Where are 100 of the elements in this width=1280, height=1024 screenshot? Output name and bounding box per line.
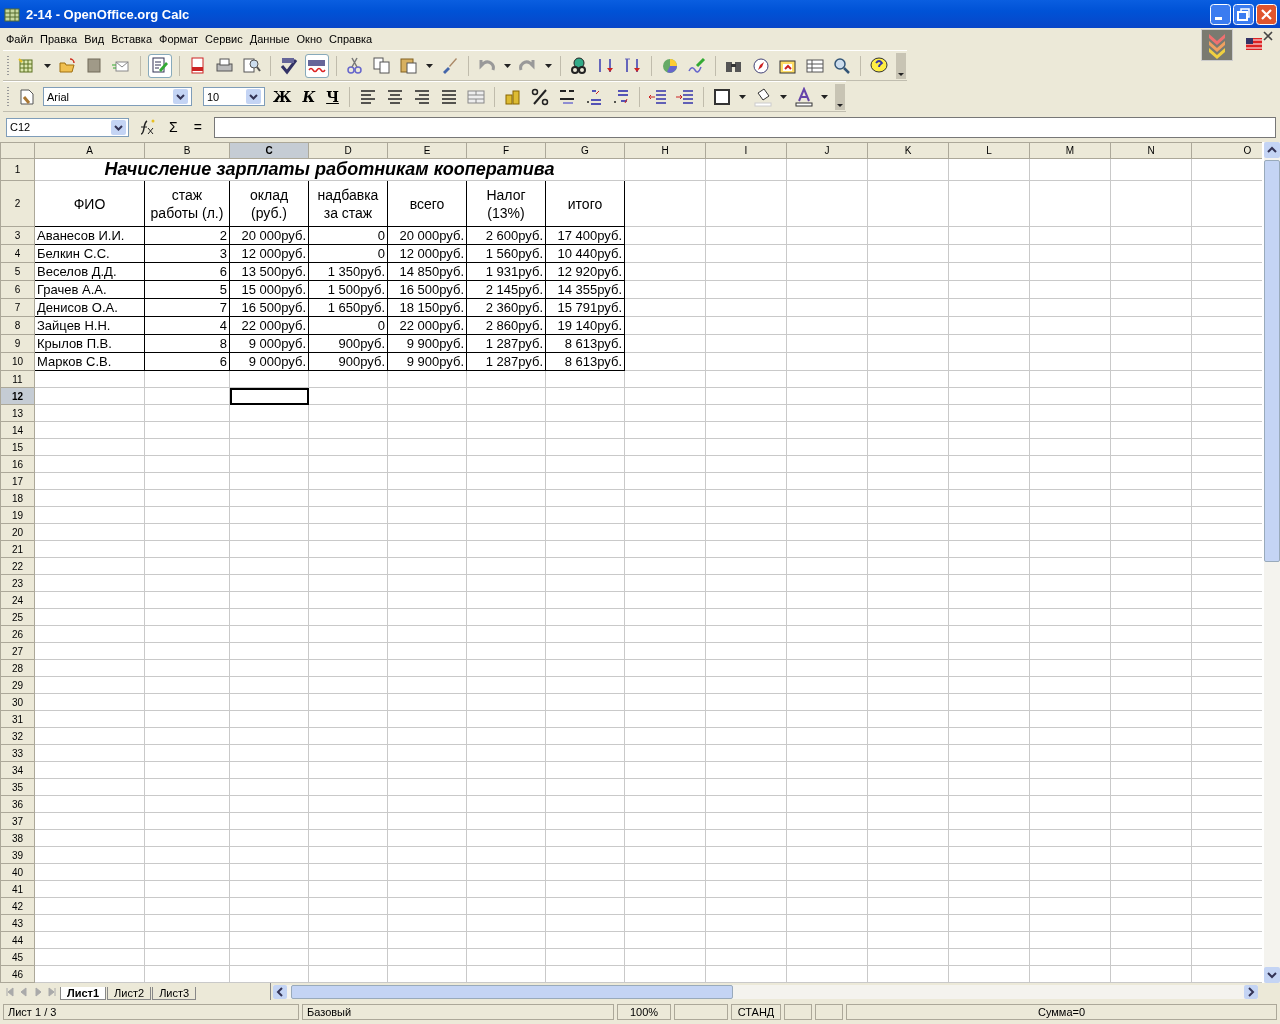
border-icon[interactable]	[711, 86, 732, 107]
dropdown-arrow-icon[interactable]	[779, 94, 787, 99]
row-header[interactable]: 2	[0, 180, 35, 227]
column-header[interactable]: C	[229, 142, 309, 159]
open-folder-icon[interactable]	[58, 55, 78, 76]
table-cell: 2 860руб.	[466, 316, 546, 335]
column-heading: всего	[387, 180, 467, 227]
table-cell: 1 350руб.	[308, 262, 388, 281]
menu-item[interactable]: Данные	[247, 33, 295, 45]
menu-item[interactable]: Окно	[294, 33, 328, 45]
dropdown-button-icon[interactable]	[246, 89, 261, 104]
spellcheck-icon[interactable]	[279, 55, 299, 76]
scroll-left-icon[interactable]	[273, 984, 287, 999]
column-header[interactable]: M	[1029, 142, 1111, 159]
scroll-thumb[interactable]	[1264, 160, 1280, 562]
menu-item[interactable]: Формат	[157, 33, 204, 45]
dropdown-button-icon[interactable]	[111, 119, 126, 135]
menu-item[interactable]: Вставка	[109, 33, 157, 45]
sum-button[interactable]: Σ	[165, 119, 182, 135]
dropdown-arrow-icon[interactable]	[738, 94, 746, 99]
column-header[interactable]: A	[34, 142, 145, 159]
compass-icon[interactable]	[751, 55, 771, 76]
toolbar-overflow-icon[interactable]	[834, 83, 845, 110]
column-header[interactable]: N	[1110, 142, 1192, 159]
table-cell: 9 000руб.	[229, 352, 309, 371]
column-header[interactable]: E	[387, 142, 467, 159]
table-cell: 1 560руб.	[466, 244, 546, 263]
italic-button[interactable]: К	[299, 88, 319, 105]
edit-document-icon[interactable]	[149, 54, 171, 77]
row-header[interactable]: 1	[0, 158, 35, 181]
column-header[interactable]: K	[867, 142, 949, 159]
menu-item[interactable]: Сервис	[203, 33, 248, 45]
scroll-down-icon[interactable]	[1264, 967, 1280, 983]
restore-button[interactable]	[1233, 3, 1254, 25]
column-header[interactable]: F	[466, 142, 546, 159]
font-name-field[interactable]: Arial	[43, 87, 192, 106]
chevron-icon	[1201, 29, 1233, 61]
column-header[interactable]: O	[1191, 142, 1262, 159]
scissors-icon[interactable]	[345, 55, 365, 76]
dropdown-button-icon[interactable]	[173, 89, 188, 104]
table-cell: Крылов П.В.	[34, 334, 145, 353]
dropdown-arrow-icon[interactable]	[504, 63, 511, 68]
vertical-scrollbar[interactable]	[1264, 142, 1280, 983]
table-cell: 13 500руб.	[229, 262, 309, 281]
status-pane	[815, 1004, 843, 1020]
bold-button[interactable]: Ж	[270, 88, 295, 105]
column-header[interactable]: B	[144, 142, 230, 159]
cell-cursor[interactable]	[229, 387, 309, 405]
name-box[interactable]: C12	[6, 117, 129, 137]
sheet-tab[interactable]: Лист2	[107, 987, 152, 1000]
formula-input-field[interactable]	[213, 116, 1276, 138]
flag-icon	[1246, 38, 1262, 50]
toolbar-grip-icon[interactable]	[7, 54, 10, 77]
table-cell: 8 613руб.	[545, 334, 625, 353]
table-cell: 15 791руб.	[545, 298, 625, 317]
close-button[interactable]	[1256, 3, 1277, 25]
sheet-tab[interactable]: Лист1	[60, 987, 107, 1000]
page-preview-icon[interactable]	[242, 55, 262, 76]
table-cell: 2	[144, 226, 230, 245]
table-cell: 9 000руб.	[229, 334, 309, 353]
menu-item[interactable]: Правка	[38, 33, 83, 45]
column-header[interactable]: I	[705, 142, 787, 159]
table-cell: 1 287руб.	[466, 352, 546, 371]
horizontal-scrollbar[interactable]	[273, 984, 1258, 999]
paste-icon[interactable]	[399, 55, 419, 76]
menu-item[interactable]: Вид	[82, 33, 110, 45]
copy-icon[interactable]	[372, 55, 392, 76]
scroll-thumb[interactable]	[291, 984, 733, 999]
column-header[interactable]: H	[624, 142, 706, 159]
close-icon[interactable]	[1263, 31, 1273, 41]
fill-bucket-icon[interactable]	[752, 86, 773, 107]
column-header[interactable]: J	[786, 142, 868, 159]
dropdown-arrow-icon[interactable]	[44, 63, 51, 68]
dropdown-arrow-icon[interactable]	[820, 94, 828, 99]
minimize-button[interactable]	[1210, 3, 1231, 25]
menu-item[interactable]: Справка	[327, 33, 378, 45]
hyperlink-icon[interactable]	[569, 55, 589, 76]
toolbar-overflow-icon[interactable]	[896, 52, 906, 79]
sheet-tab[interactable]: Лист3	[152, 987, 197, 1000]
scroll-up-icon[interactable]	[1264, 142, 1280, 158]
menu-item[interactable]: Файл	[4, 33, 39, 45]
font-size-field[interactable]: 10	[203, 87, 265, 106]
zoom-status: 100%	[617, 1004, 671, 1020]
spelling-underline-icon[interactable]	[306, 54, 328, 77]
function-button[interactable]: =	[189, 119, 206, 135]
dropdown-arrow-icon[interactable]	[426, 63, 433, 68]
toolbar-grip-icon[interactable]	[7, 85, 10, 108]
help-icon[interactable]	[869, 55, 889, 76]
styles-icon[interactable]	[17, 86, 37, 107]
scroll-right-icon[interactable]	[1244, 984, 1258, 999]
underline-button[interactable]: Ч	[323, 88, 342, 105]
column-heading: Налог (13%)	[466, 180, 546, 227]
dropdown-arrow-icon[interactable]	[545, 63, 552, 68]
column-header[interactable]: D	[308, 142, 388, 159]
percent-icon[interactable]	[529, 86, 550, 107]
column-header[interactable]: G	[545, 142, 625, 159]
draw-icon[interactable]	[687, 55, 707, 76]
column-header[interactable]: L	[948, 142, 1030, 159]
zoom-icon[interactable]	[832, 55, 852, 76]
font-color-icon[interactable]	[793, 86, 814, 107]
